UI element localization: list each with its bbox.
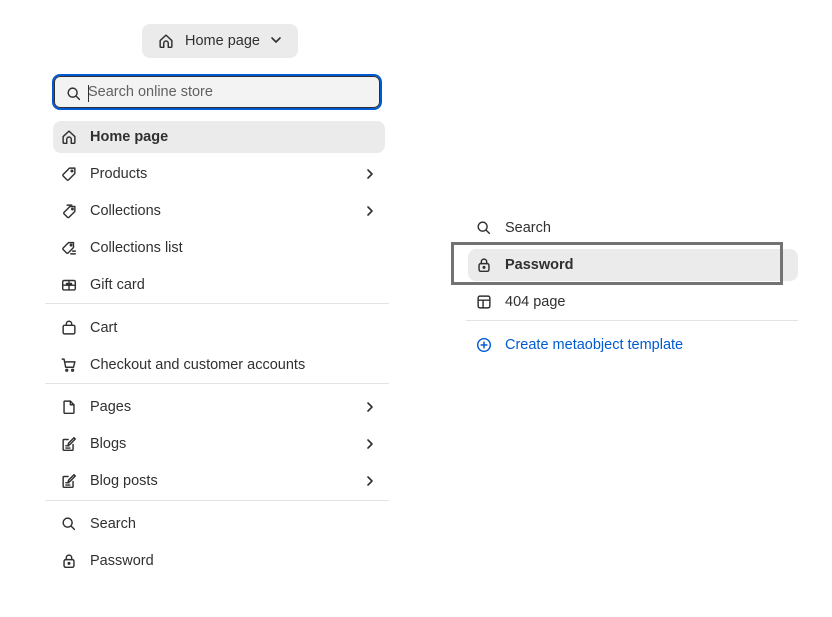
- collections-icon: [60, 202, 78, 220]
- plus-circle-icon: [475, 336, 493, 354]
- menu-item-label: Search: [90, 516, 136, 532]
- menu-item-password[interactable]: Password: [53, 545, 385, 577]
- menu-item-label: Blogs: [90, 436, 127, 452]
- blog-post-icon: [60, 472, 78, 490]
- menu-item-collections[interactable]: Collections: [53, 195, 385, 227]
- layout-icon: [475, 293, 493, 311]
- menu-divider: [466, 320, 798, 321]
- lock-icon: [60, 552, 78, 570]
- menu-item-label: Password: [505, 257, 574, 273]
- blog-icon: [60, 435, 78, 453]
- chevron-right-icon: [363, 204, 377, 218]
- menu-item-label: 404 page: [505, 294, 566, 310]
- gift-card-icon: [60, 276, 78, 294]
- menu-item-cart[interactable]: Cart: [53, 312, 385, 344]
- right-menu-item-password[interactable]: Password: [468, 249, 798, 281]
- search-icon: [475, 219, 493, 237]
- menu-item-label: Collections list: [90, 240, 183, 256]
- chevron-right-icon: [363, 437, 377, 451]
- menu-divider: [45, 500, 389, 501]
- search-icon: [60, 515, 78, 533]
- menu-item-collections-list[interactable]: Collections list: [53, 232, 385, 264]
- menu-item-gift-card[interactable]: Gift card: [53, 269, 385, 301]
- menu-item-label: Products: [90, 166, 148, 182]
- search-box[interactable]: [52, 74, 382, 110]
- menu-item-label: Pages: [90, 399, 132, 415]
- right-menu-item-search[interactable]: Search: [468, 212, 798, 244]
- menu-item-search[interactable]: Search: [53, 508, 385, 540]
- text-cursor: [88, 85, 89, 102]
- menu-item-checkout[interactable]: Checkout and customer accounts: [53, 349, 385, 381]
- collections-list-icon: [60, 239, 78, 257]
- menu-item-label: Password: [90, 553, 154, 569]
- home-icon: [157, 32, 175, 50]
- cart-bag-icon: [60, 319, 78, 337]
- menu-item-blogs[interactable]: Blogs: [53, 428, 385, 460]
- menu-item-blog-posts[interactable]: Blog posts: [53, 465, 385, 497]
- create-link-label: Create metaobject template: [505, 337, 684, 353]
- menu-divider: [45, 383, 389, 384]
- menu-item-label: Blog posts: [90, 473, 158, 489]
- template-picker-label: Home page: [185, 33, 260, 49]
- page-icon: [60, 398, 78, 416]
- chevron-right-icon: [363, 474, 377, 488]
- right-menu-item-404-page[interactable]: 404 page: [468, 286, 798, 318]
- menu-item-label: Cart: [90, 320, 118, 336]
- chevron-right-icon: [363, 167, 377, 181]
- menu-item-home-page[interactable]: Home page: [53, 121, 385, 153]
- lock-icon: [475, 256, 493, 274]
- menu-item-label: Checkout and customer accounts: [90, 357, 306, 373]
- menu-item-pages[interactable]: Pages: [53, 391, 385, 423]
- checkout-cart-icon: [60, 356, 78, 374]
- menu-item-label: Home page: [90, 129, 169, 145]
- menu-item-label: Search: [505, 220, 551, 236]
- menu-item-label: Collections: [90, 203, 161, 219]
- menu-divider: [45, 303, 389, 304]
- menu-item-label: Gift card: [90, 277, 145, 293]
- template-picker-button[interactable]: Home page: [142, 24, 298, 58]
- chevron-right-icon: [363, 400, 377, 414]
- chevron-down-icon: [269, 33, 283, 47]
- home-icon: [60, 128, 78, 146]
- create-metaobject-template-link[interactable]: Create metaobject template: [468, 329, 798, 361]
- tag-icon: [60, 165, 78, 183]
- search-input[interactable]: [88, 82, 368, 102]
- menu-item-products[interactable]: Products: [53, 158, 385, 190]
- search-icon: [65, 85, 83, 103]
